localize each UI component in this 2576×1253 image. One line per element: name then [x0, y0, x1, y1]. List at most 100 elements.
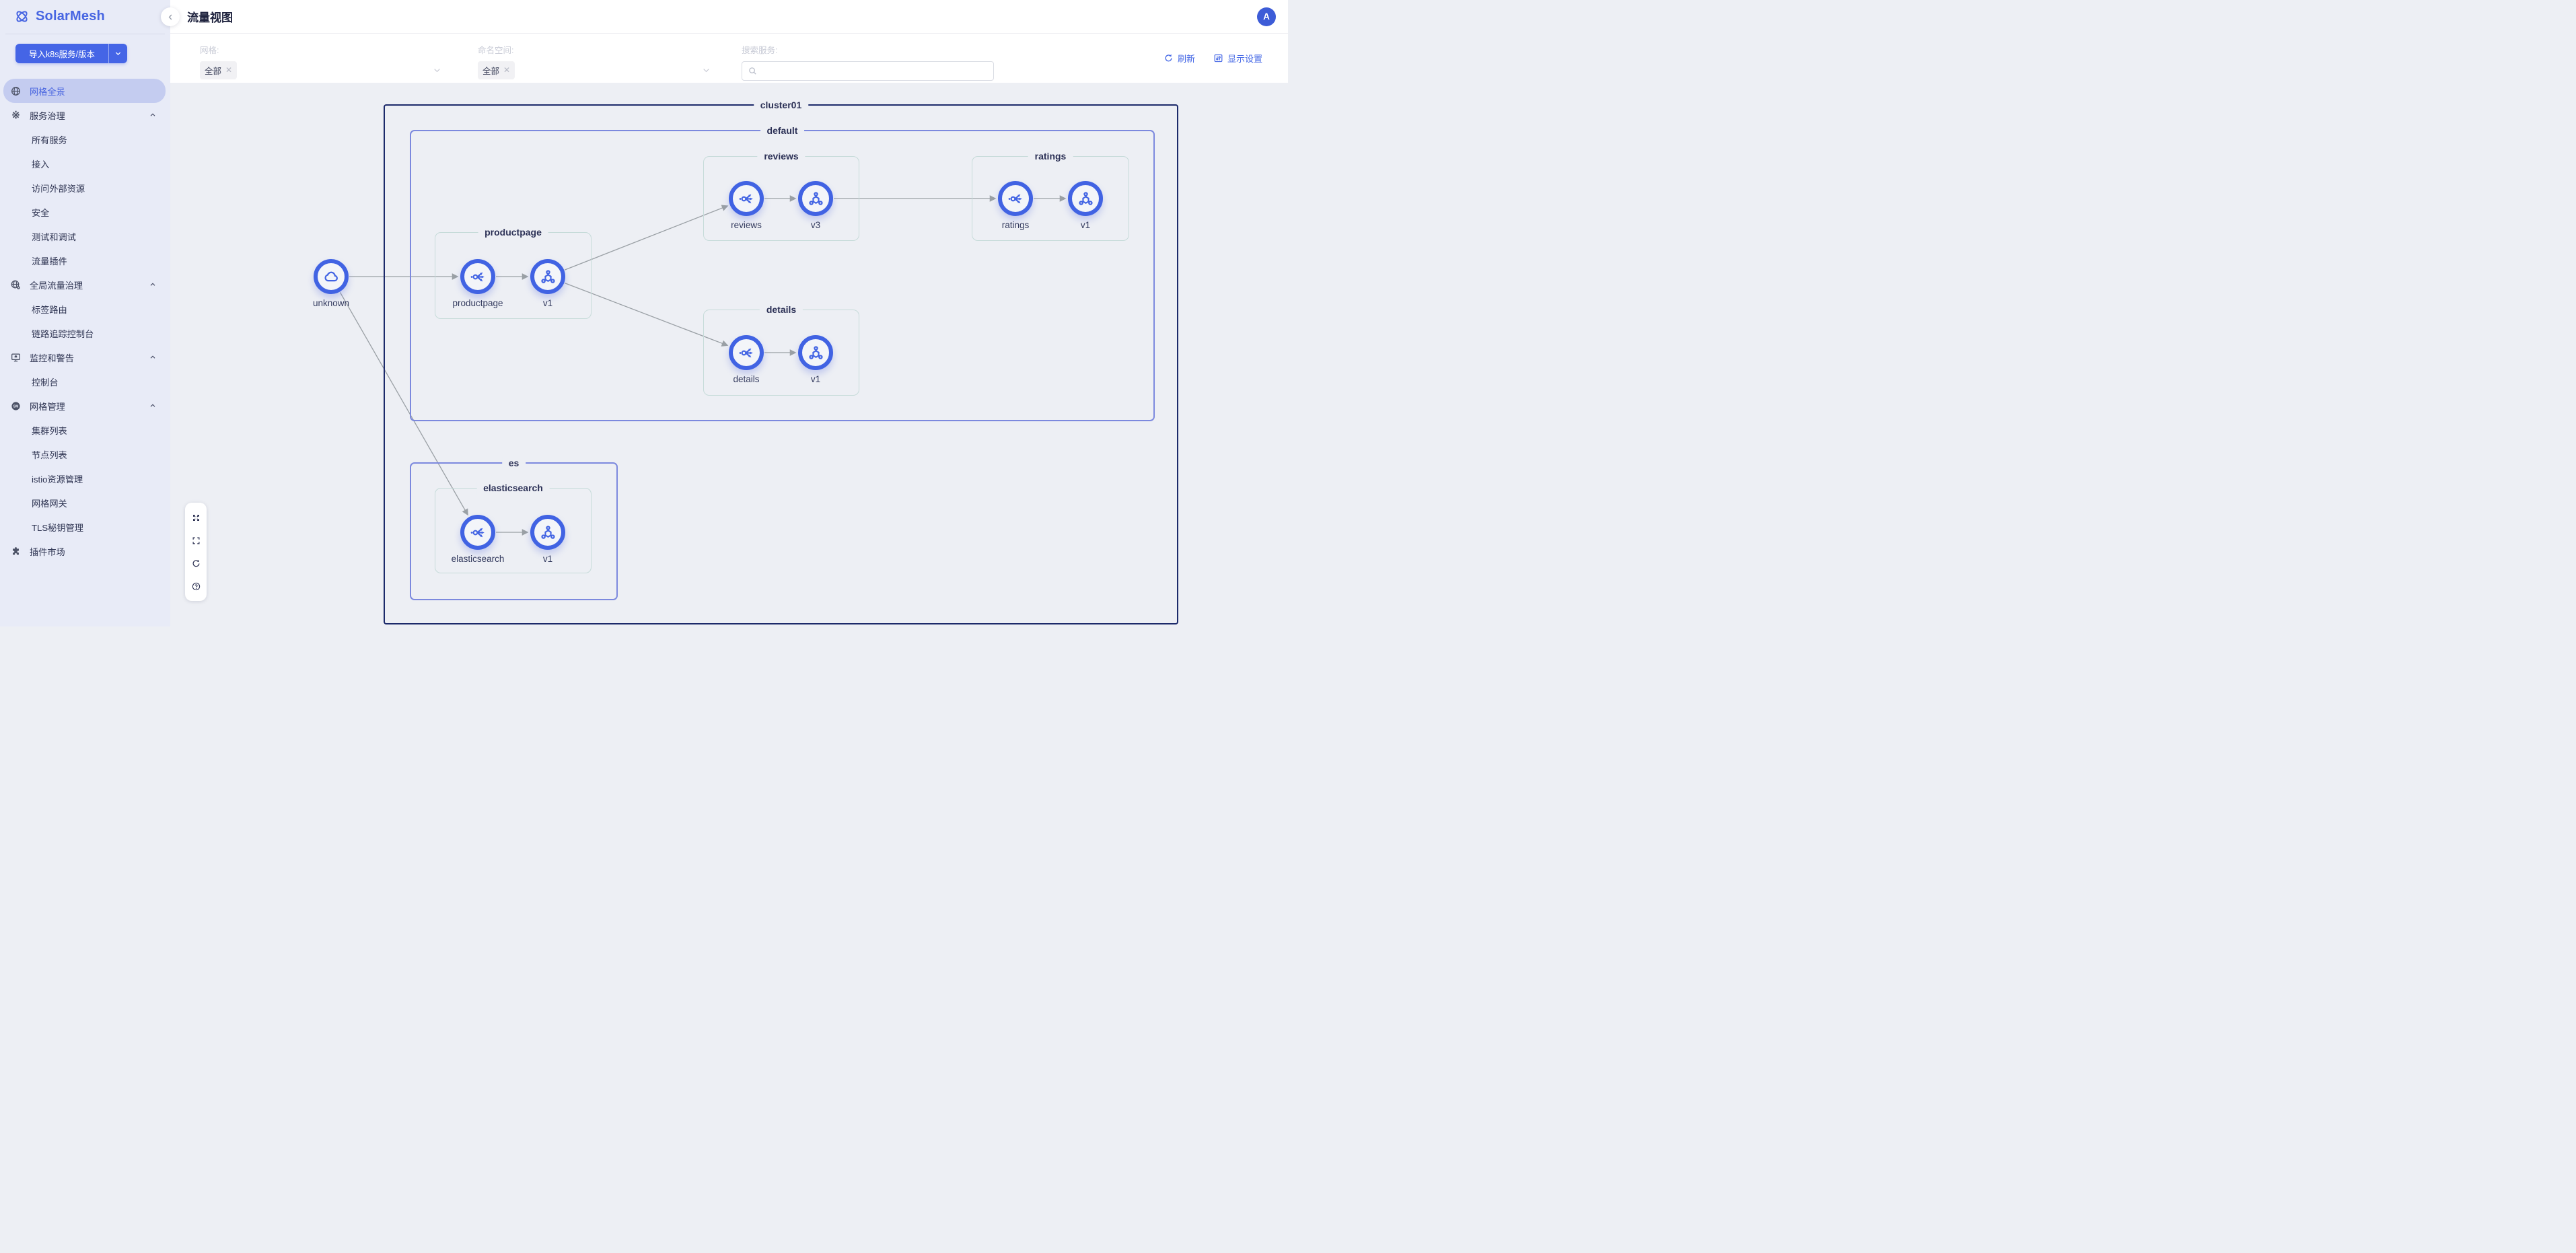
traffic-graph-canvas[interactable]: cluster01defaultesreviewsratingsproductp…	[170, 83, 1288, 626]
sidebar-nav: 网格全景※服务治理所有服务接入访问外部资源安全测试和调试流量插件全局流量治理标签…	[0, 79, 170, 563]
filter-bar-actions: 刷新 显示设置	[1164, 52, 1262, 65]
sidebar-item-label: TLS秘钥管理	[32, 521, 83, 534]
sidebar-item[interactable]: 监控和警告	[3, 345, 166, 369]
sidebar-item-label: 网格管理	[30, 400, 65, 413]
sidebar-item-label: 链路追踪控制台	[32, 327, 94, 340]
service-icon	[738, 344, 756, 362]
sidebar-item[interactable]: 测试和调试	[3, 224, 166, 248]
mesh-filter-label: 网格:	[200, 43, 445, 56]
graph-node-label: v1	[480, 554, 615, 564]
cloud-icon	[322, 268, 341, 286]
sliders-icon	[1213, 53, 1223, 63]
version-icon	[539, 524, 557, 542]
display-settings-button[interactable]: 显示设置	[1213, 52, 1262, 65]
solarmesh-logo-icon	[14, 9, 30, 24]
fullscreen-icon	[191, 536, 201, 546]
sidebar-item[interactable]: 插件市场	[3, 539, 166, 563]
chevron-down-icon	[433, 66, 441, 75]
globe-icon	[10, 85, 22, 97]
remove-tag-icon[interactable]: ✕	[225, 66, 232, 74]
app-name: SolarMesh	[36, 9, 105, 24]
chevron-up-icon	[149, 281, 157, 289]
version-icon	[807, 190, 825, 208]
search-input[interactable]	[762, 65, 988, 77]
graph-box-label: cluster01	[754, 99, 808, 112]
namespace-select[interactable]: 全部 ✕	[478, 61, 715, 79]
service-icon	[469, 268, 487, 286]
fullscreen-button[interactable]	[188, 532, 204, 548]
filter-bar: 网格: 全部 ✕ 命名空间: 全部 ✕	[170, 34, 1288, 83]
sidebar-item[interactable]: SM 网格管理	[3, 394, 166, 418]
sidebar-item-label: istio资源管理	[32, 472, 83, 485]
graph-node-pp_svc[interactable]	[460, 259, 495, 294]
user-avatar[interactable]: A	[1257, 7, 1276, 26]
graph-box-label: default	[760, 124, 805, 137]
sidebar-item[interactable]: 安全	[3, 200, 166, 224]
graph-box-label: details	[760, 303, 803, 316]
sidebar-item[interactable]: 链路追踪控制台	[3, 321, 166, 345]
graph-box-label: elasticsearch	[476, 482, 550, 495]
sidebar-item-label: 测试和调试	[32, 230, 76, 243]
graph-node-unknown[interactable]	[314, 259, 349, 294]
namespace-filter: 命名空间: 全部 ✕	[478, 34, 715, 79]
sm-badge-icon: SM	[10, 400, 22, 412]
refresh-button[interactable]: 刷新	[1164, 52, 1195, 65]
chevron-up-icon	[149, 111, 157, 119]
sidebar-item-label: 安全	[32, 206, 49, 219]
graph-node-dt_v1[interactable]	[798, 335, 833, 370]
chevron-down-icon	[702, 66, 711, 75]
graph-node-pp_v1[interactable]	[530, 259, 565, 294]
service-icon	[738, 190, 756, 208]
graph-node-label: unknown	[264, 298, 398, 308]
sidebar: SolarMesh 导入k8s服务/版本 网格全景※服务治理所有服务接入访问外部…	[0, 0, 170, 626]
graph-node-rt_v1[interactable]	[1068, 181, 1103, 216]
sidebar-collapse-button[interactable]	[161, 7, 180, 26]
mesh-select[interactable]: 全部 ✕	[200, 61, 445, 79]
reset-icon	[191, 559, 201, 569]
svg-text:SM: SM	[13, 404, 19, 408]
graph-node-rv_svc[interactable]	[729, 181, 764, 216]
sidebar-item[interactable]: 所有服务	[3, 127, 166, 151]
graph-node-es_svc[interactable]	[460, 515, 495, 550]
sidebar-item[interactable]: TLS秘钥管理	[3, 515, 166, 539]
sidebar-item[interactable]: 接入	[3, 151, 166, 176]
page-header: 流量视图 A	[170, 0, 1288, 34]
sidebar-item-label: 集群列表	[32, 424, 67, 437]
reset-button[interactable]	[188, 555, 204, 571]
sidebar-item[interactable]: ※服务治理	[3, 103, 166, 127]
graph-node-label: v3	[748, 220, 883, 230]
version-icon	[1077, 190, 1095, 208]
import-k8s-button[interactable]: 导入k8s服务/版本	[15, 44, 127, 63]
sidebar-item[interactable]: istio资源管理	[3, 466, 166, 491]
graph-node-es_v1[interactable]	[530, 515, 565, 550]
expand-button[interactable]	[188, 509, 204, 526]
app-logo: SolarMesh	[0, 0, 170, 24]
service-search-box[interactable]	[742, 61, 994, 81]
globe-gear-icon	[10, 279, 22, 291]
graph-box-label: es	[502, 457, 526, 470]
mesh-filter: 网格: 全部 ✕	[200, 34, 445, 79]
import-k8s-label: 导入k8s服务/版本	[15, 47, 108, 60]
sidebar-item[interactable]: 控制台	[3, 369, 166, 394]
display-settings-label: 显示设置	[1227, 52, 1262, 65]
sidebar-item[interactable]: 网格网关	[3, 491, 166, 515]
sidebar-item[interactable]: 全局流量治理	[3, 273, 166, 297]
sidebar-item[interactable]: 标签路由	[3, 297, 166, 321]
sidebar-item-label: 访问外部资源	[32, 182, 85, 194]
sidebar-item[interactable]: 网格全景	[3, 79, 166, 103]
search-icon	[748, 66, 758, 76]
graph-node-dt_svc[interactable]	[729, 335, 764, 370]
sidebar-item[interactable]: 节点列表	[3, 442, 166, 466]
graph-node-label: v1	[1018, 220, 1153, 230]
sidebar-item-label: 所有服务	[32, 133, 67, 146]
graph-node-rt_svc[interactable]	[998, 181, 1033, 216]
help-button[interactable]	[188, 578, 204, 594]
sidebar-item[interactable]: 集群列表	[3, 418, 166, 442]
sidebar-item[interactable]: 流量插件	[3, 248, 166, 273]
chevron-down-icon[interactable]	[109, 50, 127, 57]
sidebar-item-label: 插件市场	[30, 545, 65, 558]
remove-tag-icon[interactable]: ✕	[503, 66, 510, 74]
sidebar-item-label: 网格网关	[32, 497, 67, 509]
graph-node-rv_v3[interactable]	[798, 181, 833, 216]
sidebar-item[interactable]: 访问外部资源	[3, 176, 166, 200]
